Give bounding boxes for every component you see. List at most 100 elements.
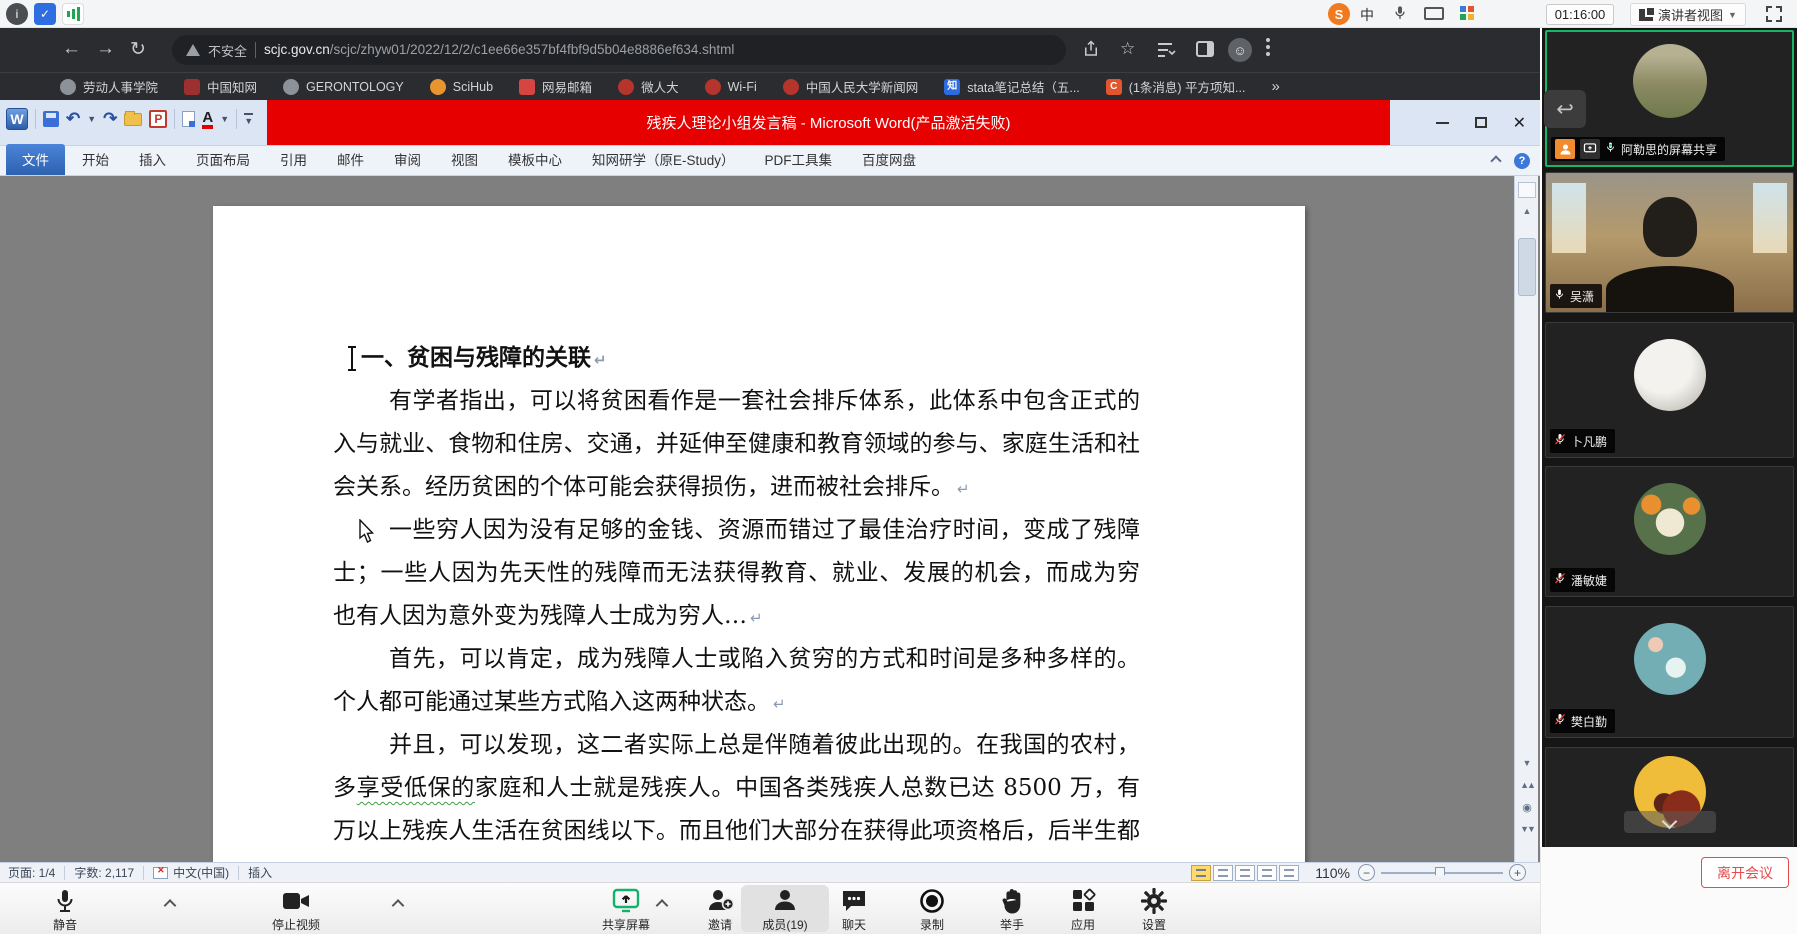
outline-view-button[interactable] [1257, 865, 1277, 881]
security-label[interactable]: 不安全 [208, 41, 247, 60]
speaker-view-button[interactable]: 演讲者视图 ▼ [1630, 3, 1746, 26]
tab-cnki-estudy[interactable]: 知网研学（原E-Study） [579, 144, 748, 175]
scroll-down-icon[interactable]: ▼ [1515, 754, 1539, 772]
paste-icon[interactable] [182, 111, 195, 127]
bookmarks-overflow-chevron[interactable] [1271, 78, 1279, 95]
bookmark-item[interactable]: 微人大 [618, 77, 679, 96]
tab-mailings[interactable]: 邮件 [324, 144, 377, 175]
zoom-in-button[interactable]: + [1509, 864, 1526, 881]
zoom-slider-thumb[interactable] [1435, 867, 1445, 879]
zoom-out-button[interactable]: − [1358, 864, 1375, 881]
bookmark-item[interactable]: 中国人民大学新闻网 [783, 77, 919, 96]
bookmark-item[interactable]: 中国知网 [184, 77, 257, 96]
person-silhouette [1606, 266, 1734, 312]
menu-dots-icon[interactable] [1266, 38, 1270, 56]
tab-file[interactable]: 文件 [6, 144, 65, 175]
ime-logo-icon[interactable]: S [1328, 3, 1350, 25]
word-app-icon[interactable]: W [6, 108, 28, 130]
ime-mode[interactable]: 中 [1360, 5, 1374, 25]
ruler-toggle-icon[interactable] [1518, 182, 1536, 198]
font-color-caret-icon[interactable]: ▼ [220, 114, 229, 124]
scroll-more-chevron-icon[interactable] [1624, 811, 1716, 833]
tab-template-center[interactable]: 模板中心 [495, 144, 575, 175]
open-button[interactable] [124, 113, 142, 126]
forward-icon[interactable]: → [96, 38, 115, 60]
language-indicator[interactable]: 中文(中国) [173, 864, 229, 881]
bookmark-item[interactable]: C(1条消息) 平方项知... [1106, 77, 1246, 96]
proofing-error-icon[interactable] [153, 867, 168, 879]
ime-toolbox-icon[interactable] [1460, 6, 1474, 20]
document-scrollbar[interactable]: ▲ ▼ ▲▲ ◉ ▼▼ [1514, 176, 1538, 862]
profile-avatar[interactable]: ☺ [1228, 38, 1252, 62]
draft-view-button[interactable] [1279, 865, 1299, 881]
customize-qat-icon[interactable]: ▼ [244, 113, 253, 126]
reading-list-icon[interactable] [1158, 42, 1176, 63]
bookmark-item[interactable]: GERONTOLOGY [283, 79, 404, 95]
zoom-slider[interactable] [1381, 872, 1503, 874]
print-layout-view-button[interactable] [1191, 865, 1211, 881]
ime-mic-icon[interactable] [1392, 5, 1408, 26]
address-bar[interactable]: 不安全 scjc.gov.cn/scjc/zhyw01/2022/12/2/c1… [172, 35, 1066, 65]
document-page[interactable]: 一、贫困与残障的关联 有学者指出，可以将贫困看作是一套社会排斥体系，此体系中包含… [213, 206, 1305, 862]
document-canvas[interactable]: 一、贫困与残障的关联 有学者指出，可以将贫困看作是一套社会排斥体系，此体系中包含… [0, 176, 1540, 862]
fullscreen-reading-view-button[interactable] [1213, 865, 1233, 881]
help-icon[interactable] [1514, 153, 1530, 169]
bookmark-star-icon[interactable]: ☆ [1120, 39, 1135, 59]
bookmark-item[interactable]: 网易邮箱 [519, 77, 592, 96]
back-arrow-button[interactable]: ↩ [1544, 90, 1586, 128]
tab-view[interactable]: 视图 [438, 144, 491, 175]
reload-icon[interactable]: ↻ [130, 38, 146, 61]
tab-pdf-tools[interactable]: PDF工具集 [752, 144, 846, 175]
tab-insert[interactable]: 插入 [126, 144, 179, 175]
info-icon[interactable]: i [6, 3, 28, 25]
share-icon[interactable] [1082, 40, 1100, 63]
scroll-thumb[interactable] [1518, 238, 1536, 296]
participant-tile[interactable]: 樊白勤 [1545, 606, 1794, 738]
insert-mode[interactable]: 插入 [248, 864, 272, 881]
bookmark-item[interactable]: Wi-Fi [705, 79, 757, 95]
next-page-icon[interactable]: ▼▼ [1515, 820, 1539, 838]
tab-home[interactable]: 开始 [69, 144, 122, 175]
tab-references[interactable]: 引用 [267, 144, 320, 175]
tab-page-layout[interactable]: 页面布局 [183, 144, 263, 175]
participant-tile-partial[interactable] [1545, 747, 1794, 847]
side-panel-icon[interactable] [1196, 41, 1214, 57]
ime-keyboard-icon[interactable] [1424, 7, 1444, 20]
word-count[interactable]: 字数: 2,117 [74, 864, 134, 881]
fullscreen-icon[interactable] [1766, 6, 1782, 22]
bookmark-item[interactable]: 劳动人事学院 [60, 77, 158, 96]
participant-tile[interactable]: 潘敏婕 [1545, 466, 1794, 597]
mute-button[interactable]: 静音 [17, 887, 113, 933]
signal-bars-icon[interactable] [62, 3, 84, 25]
settings-button[interactable]: 设置 [1106, 887, 1202, 933]
document-title[interactable]: 残疾人理论小组发言稿 - Microsoft Word(产品激活失败) [267, 100, 1390, 145]
back-icon[interactable]: ← [62, 38, 81, 60]
pdf-plugin-icon[interactable]: P [149, 110, 167, 128]
participant-tile[interactable]: 卜凡鹏 [1545, 322, 1794, 458]
bookmark-item[interactable]: 知stata笔记总结（五... [944, 77, 1080, 96]
close-button[interactable]: ✕ [1513, 113, 1526, 133]
web-layout-view-button[interactable] [1235, 865, 1255, 881]
undo-caret-icon[interactable]: ▼ [87, 114, 96, 124]
mic-options-caret[interactable] [164, 899, 177, 912]
select-browse-object-icon[interactable]: ◉ [1515, 798, 1539, 816]
minimize-button[interactable] [1436, 122, 1449, 124]
tab-baidu-netdisk[interactable]: 百度网盘 [849, 144, 929, 175]
collapse-ribbon-icon[interactable] [1490, 155, 1501, 166]
leave-meeting-button[interactable]: 离开会议 [1701, 857, 1789, 888]
font-color-button[interactable]: A [202, 110, 213, 129]
bookmark-item[interactable]: SciHub [430, 79, 493, 95]
scroll-up-icon[interactable]: ▲ [1515, 202, 1539, 220]
video-options-caret[interactable] [392, 899, 405, 912]
stop-video-button[interactable]: 停止视频 [248, 887, 344, 933]
undo-button[interactable]: ↶ [66, 109, 80, 129]
tab-review[interactable]: 审阅 [381, 144, 434, 175]
maximize-button[interactable] [1475, 117, 1487, 128]
save-button[interactable] [43, 111, 59, 127]
shield-icon[interactable]: ✓ [34, 3, 56, 25]
redo-button[interactable]: ↷ [103, 109, 117, 129]
zoom-level[interactable]: 110% [1315, 865, 1350, 881]
participant-tile-video[interactable]: 吴潇 [1545, 172, 1794, 313]
previous-page-icon[interactable]: ▲▲ [1515, 776, 1539, 794]
page-indicator[interactable]: 页面: 1/4 [8, 864, 55, 881]
